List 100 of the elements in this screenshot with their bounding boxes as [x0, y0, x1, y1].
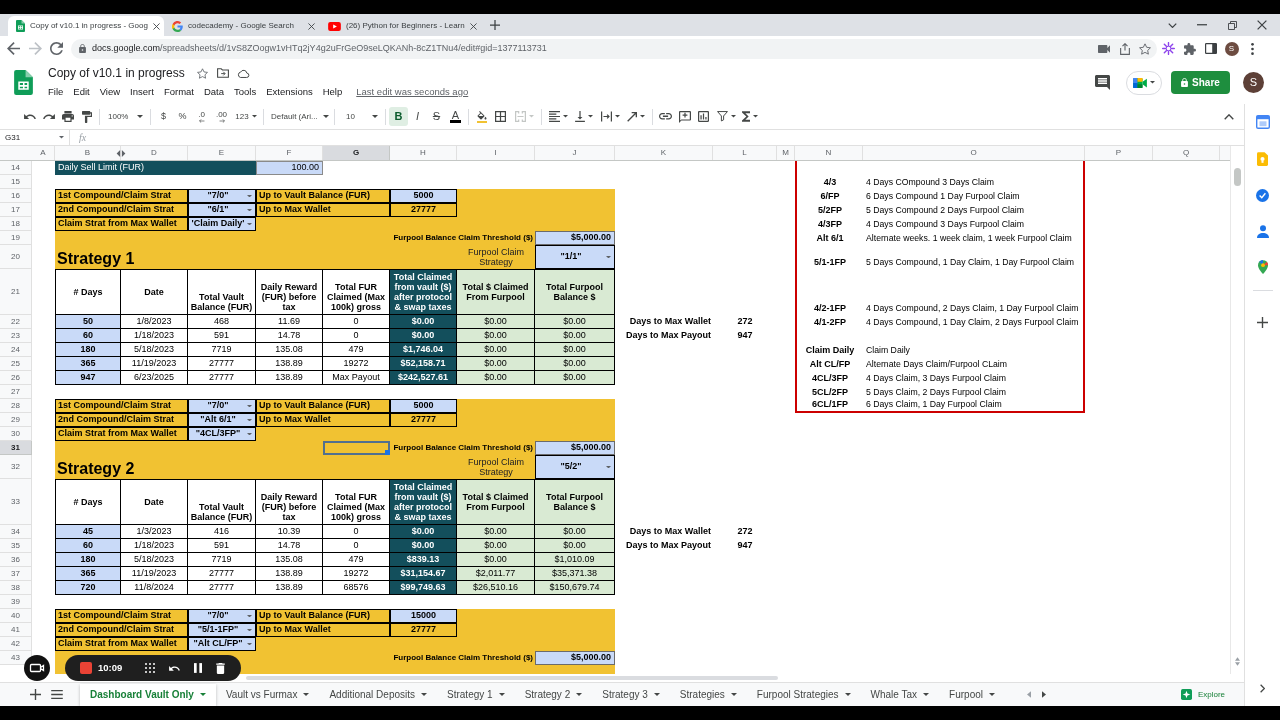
text-wrap-icon[interactable] — [600, 111, 612, 122]
dropdown-cell[interactable]: "4CL/3FP" — [188, 427, 256, 441]
italic-button[interactable]: I — [408, 107, 427, 126]
side-panel-icon[interactable] — [1204, 43, 1217, 54]
restore-icon[interactable] — [1227, 20, 1237, 30]
map-pin-icon[interactable] — [1257, 260, 1268, 274]
filter-icon[interactable] — [716, 111, 728, 122]
row-number[interactable]: 35 — [0, 539, 32, 553]
new-tab-icon[interactable] — [490, 20, 500, 30]
pause-icon[interactable] — [194, 663, 203, 673]
vault-balance-value[interactable]: 5000 — [390, 399, 457, 413]
trash-icon[interactable] — [216, 662, 226, 674]
reload-icon[interactable] — [50, 42, 63, 55]
row-number[interactable]: 38 — [0, 581, 32, 595]
row-number[interactable]: 25 — [0, 357, 32, 371]
back-arrow-icon[interactable] — [7, 42, 20, 55]
bold-button[interactable]: B — [389, 107, 408, 126]
puzzle-icon[interactable] — [1183, 42, 1196, 55]
scroll-right-icon[interactable] — [1042, 691, 1046, 698]
row-number[interactable]: 24 — [0, 343, 32, 357]
column-letter[interactable]: H — [420, 148, 426, 158]
chevron-down-icon[interactable] — [1167, 22, 1177, 28]
caret-down-icon[interactable] — [753, 115, 758, 118]
calendar-icon[interactable] — [1255, 115, 1270, 129]
share-icon[interactable] — [1120, 42, 1130, 55]
plus-icon[interactable] — [1257, 317, 1268, 328]
scroll-arrows-icon[interactable] — [1235, 657, 1240, 666]
row-number[interactable]: 17 — [0, 203, 32, 217]
dropdown-cell[interactable]: "6/1" — [188, 203, 256, 217]
row-number[interactable]: 30 — [0, 427, 32, 441]
spreadsheet-logo-icon[interactable] — [14, 70, 33, 95]
dropdown-cell[interactable]: "1/1" — [535, 245, 615, 269]
row-number[interactable]: 18 — [0, 217, 32, 231]
minimize-icon[interactable] — [1197, 24, 1207, 26]
close-icon[interactable] — [1257, 20, 1267, 30]
grid-dots-icon[interactable] — [145, 663, 156, 673]
close-icon[interactable] — [308, 22, 315, 30]
font-size-select[interactable]: 10 — [338, 106, 382, 127]
column-letter[interactable]: B — [84, 148, 91, 158]
print-icon[interactable] — [61, 111, 74, 122]
threshold-value[interactable]: $5,000.00 — [535, 441, 615, 455]
align-bottom-icon[interactable] — [575, 111, 585, 122]
menu-item[interactable]: Tools — [234, 84, 257, 100]
column-letter[interactable]: M — [782, 148, 789, 158]
more-formats-button[interactable]: 123 — [232, 106, 260, 127]
add-sheet-icon[interactable] — [30, 689, 41, 700]
column-letter[interactable]: E — [218, 148, 225, 158]
caret-down-icon[interactable] — [562, 115, 568, 118]
column-letter[interactable]: O — [970, 148, 977, 158]
check-circle-icon[interactable] — [1256, 189, 1269, 202]
row-number[interactable]: 28 — [0, 399, 32, 413]
row-number[interactable]: 29 — [0, 413, 32, 427]
fill-color-icon[interactable] — [476, 110, 487, 123]
video-camera-icon[interactable] — [1098, 44, 1110, 53]
menu-item[interactable]: Help — [322, 84, 343, 100]
column-letter[interactable]: J — [572, 148, 577, 158]
row-number[interactable]: 37 — [0, 567, 32, 581]
font-select[interactable]: Default (Ari... — [267, 106, 331, 127]
threshold-value[interactable]: $5,000.00 — [535, 651, 615, 665]
menu-item[interactable]: View — [99, 84, 121, 100]
sheet-tab[interactable]: Strategies — [669, 683, 747, 706]
dropdown-cell[interactable]: "5/1-1FP" — [188, 623, 256, 637]
row-number[interactable]: 15 — [0, 175, 32, 189]
column-letter[interactable]: K — [660, 148, 667, 158]
column-letter[interactable]: G — [352, 148, 360, 158]
collapse-icon[interactable] — [1224, 113, 1234, 120]
borders-icon[interactable] — [495, 111, 506, 122]
dropdown-cell[interactable]: "7/0" — [188, 189, 256, 203]
browser-tab[interactable]: codecademy - Google Search — [164, 16, 320, 36]
menu-item[interactable]: File — [48, 84, 64, 100]
strikethrough-button[interactable]: S — [427, 107, 446, 126]
add-comment-icon[interactable] — [678, 110, 691, 123]
last-edit-link[interactable]: Last edit was seconds ago — [356, 84, 469, 100]
vault-balance-value[interactable]: 5000 — [390, 189, 457, 203]
dropdown-cell[interactable]: 'Claim Daily' — [188, 217, 256, 231]
explore-button[interactable]: Explore — [1175, 684, 1230, 705]
row-number[interactable]: 32 — [0, 455, 32, 479]
column-letter[interactable]: N — [825, 148, 832, 158]
column-letter[interactable]: D — [151, 148, 157, 158]
menu-item[interactable]: Data — [203, 84, 225, 100]
increase-decimals-button[interactable]: .00 — [211, 106, 232, 127]
row-number[interactable]: 16 — [0, 189, 32, 203]
zoom-select[interactable]: 100% — [103, 106, 147, 127]
decrease-decimals-button[interactable]: .0 — [192, 106, 211, 127]
selected-cell-outline[interactable] — [323, 441, 390, 455]
sheet-tab[interactable]: Furpool Strategies — [746, 683, 861, 706]
row-number[interactable]: 42 — [0, 637, 32, 651]
sheet-tab[interactable]: Dashboard Vault Only — [80, 683, 216, 706]
row-number[interactable]: 40 — [0, 609, 32, 623]
close-icon[interactable] — [469, 22, 477, 30]
sparkle-icon[interactable] — [1162, 42, 1175, 55]
dropdown-cell[interactable]: "Alt CL/FP" — [188, 637, 256, 651]
scrollbar-thumb[interactable] — [1234, 168, 1241, 186]
text-color-button[interactable]: A — [446, 107, 465, 126]
close-icon[interactable] — [152, 22, 160, 30]
paint-roller-icon[interactable] — [81, 110, 92, 123]
row-number[interactable]: 23 — [0, 329, 32, 343]
address-bar[interactable]: docs.google.com/spreadsheets/d/1vS8ZOogw1vHTq2jY4g2uFrGeO9seLQKANh-8cZ1TNu4/edit#gid=1377113731 — [71, 38, 1157, 59]
stop-icon[interactable] — [80, 662, 92, 674]
sheet-tab[interactable]: Additional Deposits — [319, 683, 438, 706]
